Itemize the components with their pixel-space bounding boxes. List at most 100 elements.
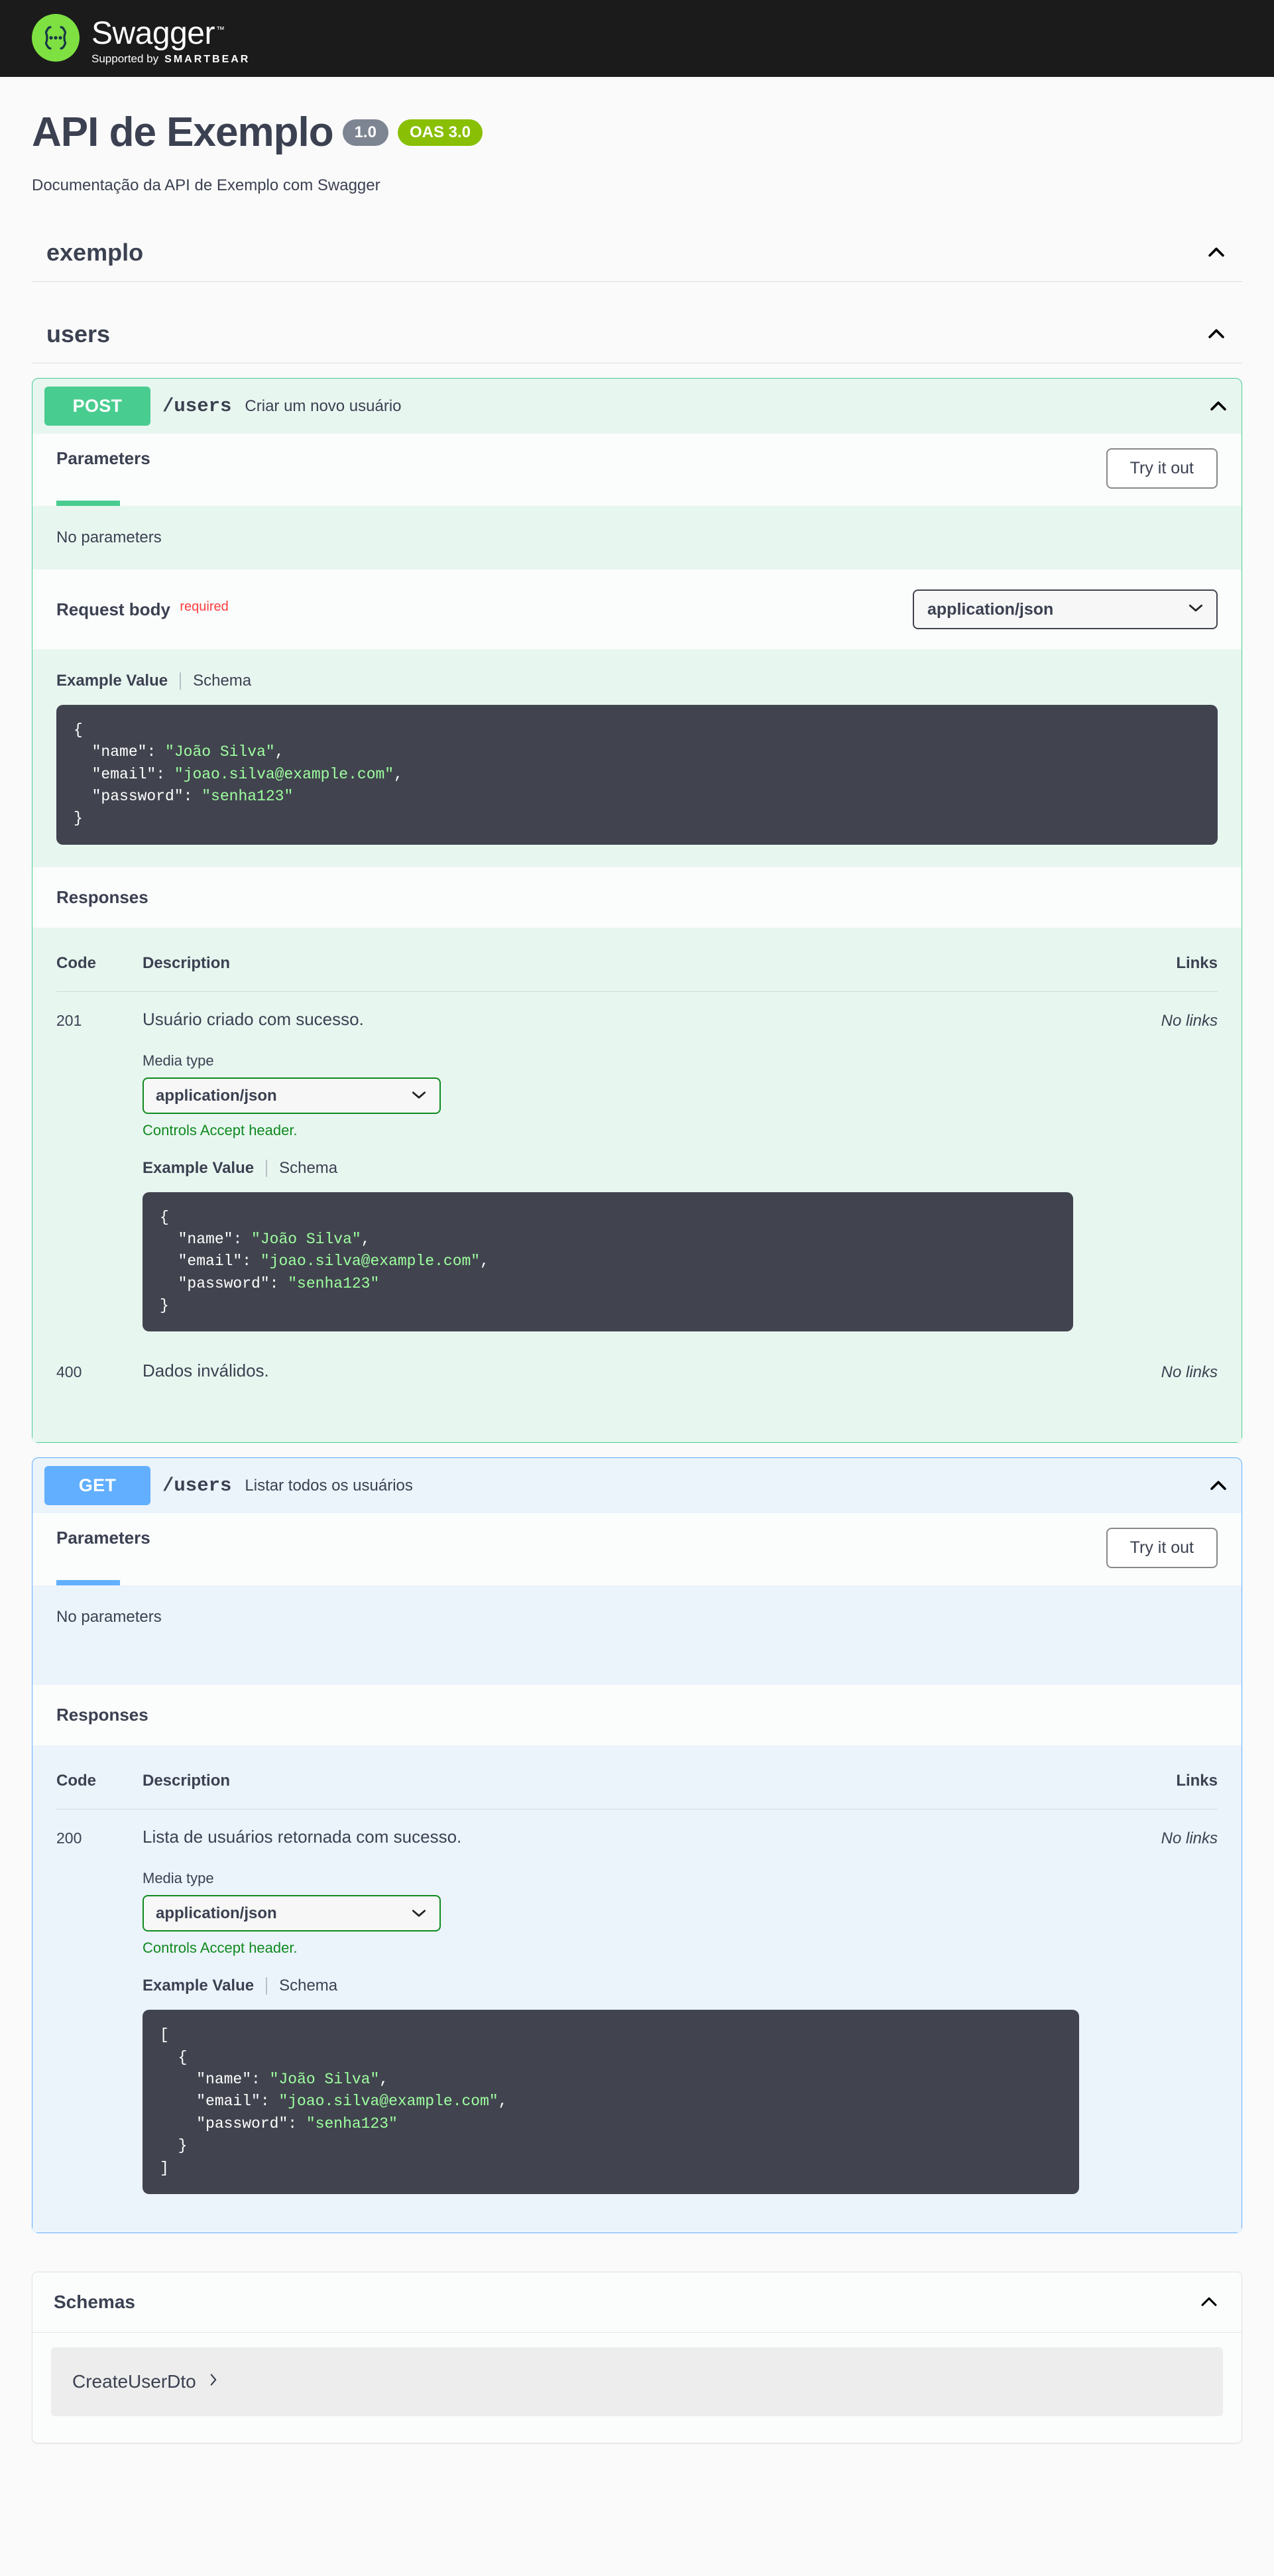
api-description: Documentação da API de Exemplo com Swagg… bbox=[32, 176, 380, 194]
response-description: Dados inválidos. bbox=[143, 1361, 269, 1381]
request-body-header: Request body required application/json bbox=[32, 570, 1242, 649]
col-links: Links bbox=[1078, 1745, 1218, 1810]
no-parameters-text: No parameters bbox=[56, 1608, 162, 1626]
accept-header-note: Controls Accept header. bbox=[143, 1121, 298, 1138]
response-example-code: [ { "name": "João Silva", "email": "joao… bbox=[143, 2010, 1079, 2194]
list-item[interactable]: CreateUserDto bbox=[51, 2347, 1223, 2416]
tag-header-exemplo[interactable]: exemplo bbox=[32, 239, 1242, 282]
tab-schema[interactable]: Schema bbox=[279, 1977, 337, 1995]
accept-header-note: Controls Accept header. bbox=[143, 1939, 298, 1957]
schemas-header[interactable]: Schemas bbox=[32, 2272, 1242, 2333]
trademark-symbol: ™ bbox=[215, 25, 225, 34]
media-type-label: Media type bbox=[143, 1052, 214, 1069]
operation-path: /users bbox=[162, 1475, 232, 1497]
brand-name: Swagger bbox=[91, 16, 215, 51]
tag-section-users: users POST /users Criar um novo usuário … bbox=[32, 320, 1242, 2233]
supported-by-label: Supported by bbox=[91, 52, 159, 65]
response-links: No links bbox=[1161, 1011, 1218, 1030]
media-type-select[interactable]: application/json bbox=[143, 1895, 441, 1932]
version-badge: 1.0 bbox=[342, 119, 388, 146]
parameters-tab-indicator bbox=[56, 501, 120, 506]
example-schema-tabs: Example Value Schema bbox=[56, 672, 1218, 690]
operation-body: Parameters Try it out No parameters Requ… bbox=[32, 434, 1242, 1443]
table-row: 200 Lista de usuários retornada com suce… bbox=[56, 1809, 1218, 2206]
request-body-example: Example Value Schema { "name": "João Sil… bbox=[32, 649, 1242, 867]
example-schema-tabs: Example Value Schema bbox=[143, 1159, 1073, 1178]
operation-header[interactable]: POST /users Criar um novo usuário bbox=[32, 379, 1242, 434]
responses-title: Responses bbox=[56, 1705, 148, 1725]
operation-path: /users bbox=[162, 395, 232, 417]
parameters-content: No parameters bbox=[32, 506, 1242, 570]
response-description: Usuário criado com sucesso. bbox=[143, 1009, 364, 1029]
media-type-select-wrap[interactable]: application/json bbox=[143, 1895, 441, 1932]
try-it-out-button[interactable]: Try it out bbox=[1106, 448, 1218, 489]
response-code: 200 bbox=[56, 1829, 82, 1847]
response-code: 400 bbox=[56, 1363, 82, 1381]
request-example-code: { "name": "João Silva", "email": "joao.s… bbox=[56, 705, 1218, 845]
parameters-tab-indicator bbox=[56, 1580, 120, 1586]
tab-schema[interactable]: Schema bbox=[193, 672, 251, 690]
responses-title: Responses bbox=[56, 887, 148, 907]
swagger-logo[interactable]: Swagger ™ Supported by SMARTBEAR bbox=[32, 11, 250, 66]
media-type-select[interactable]: application/json bbox=[143, 1077, 441, 1114]
response-links: No links bbox=[1161, 1829, 1218, 1848]
responses-table-zone: Code Description Links 200 Lista de usuá… bbox=[32, 1745, 1242, 2233]
try-it-out-button[interactable]: Try it out bbox=[1106, 1528, 1218, 1569]
parameters-title: Parameters bbox=[56, 448, 150, 468]
schemas-title: Schemas bbox=[54, 2291, 135, 2312]
response-links: No links bbox=[1161, 1363, 1218, 1382]
chevron-up-icon[interactable] bbox=[1205, 241, 1228, 264]
schema-name: CreateUserDto bbox=[72, 2370, 196, 2392]
responses-table: Code Description Links 200 Lista de usuá… bbox=[56, 1745, 1218, 2205]
operation-get-users: GET /users Listar todos os usuários Para… bbox=[32, 1457, 1242, 2233]
tab-example-value[interactable]: Example Value bbox=[143, 1159, 254, 1178]
http-method-badge: GET bbox=[44, 1466, 150, 1506]
col-description: Description bbox=[143, 1745, 1079, 1810]
tag-name: exemplo bbox=[46, 239, 144, 266]
tab-divider bbox=[266, 1159, 268, 1177]
media-type-select-wrap[interactable]: application/json bbox=[143, 1077, 441, 1114]
tag-header-users[interactable]: users bbox=[32, 320, 1242, 363]
col-code: Code bbox=[56, 1745, 143, 1810]
responses-header: Responses bbox=[32, 1685, 1242, 1746]
swagger-braces-icon bbox=[32, 14, 80, 62]
http-method-badge: POST bbox=[44, 387, 150, 426]
responses-table: Code Description Links 201 Usuário criad… bbox=[56, 927, 1218, 1416]
parameters-title: Parameters bbox=[56, 1528, 150, 1548]
media-type-label: Media type bbox=[143, 1870, 214, 1887]
tab-example-value[interactable]: Example Value bbox=[56, 672, 168, 690]
bottom-spacer bbox=[32, 2443, 1242, 2483]
col-links: Links bbox=[1072, 927, 1218, 992]
topbar: Swagger ™ Supported by SMARTBEAR bbox=[0, 0, 1274, 77]
api-info: API de Exemplo 1.0 OAS 3.0 Documentação … bbox=[32, 77, 1242, 200]
schemas-section: Schemas CreateUserDto bbox=[32, 2271, 1242, 2443]
tab-schema[interactable]: Schema bbox=[279, 1159, 337, 1178]
chevron-up-icon[interactable] bbox=[1207, 1475, 1230, 1497]
request-body-label: Request body bbox=[56, 599, 170, 619]
chevron-right-icon[interactable] bbox=[207, 2371, 220, 2392]
chevron-up-icon[interactable] bbox=[1198, 2291, 1220, 2313]
request-content-type-select-wrap[interactable]: application/json bbox=[913, 589, 1218, 629]
oas-badge: OAS 3.0 bbox=[397, 119, 483, 146]
parameters-header: Parameters Try it out bbox=[32, 1513, 1242, 1569]
tab-divider bbox=[266, 1977, 268, 1995]
request-content-type-select[interactable]: application/json bbox=[913, 589, 1218, 629]
col-code: Code bbox=[56, 927, 143, 992]
responses-table-zone: Code Description Links 201 Usuário criad… bbox=[32, 927, 1242, 1443]
response-description: Lista de usuários retornada com sucesso. bbox=[143, 1827, 462, 1847]
col-description: Description bbox=[143, 927, 1073, 992]
response-code: 201 bbox=[56, 1011, 82, 1029]
parameters-header: Parameters Try it out bbox=[32, 434, 1242, 489]
chevron-up-icon[interactable] bbox=[1207, 395, 1230, 418]
example-schema-tabs: Example Value Schema bbox=[143, 1977, 1079, 1995]
operation-header[interactable]: GET /users Listar todos os usuários bbox=[32, 1458, 1242, 1513]
tab-example-value[interactable]: Example Value bbox=[143, 1977, 254, 1995]
chevron-up-icon[interactable] bbox=[1205, 323, 1228, 345]
tab-divider bbox=[180, 672, 182, 690]
table-row: 400 Dados inválidos. No links bbox=[56, 1343, 1218, 1416]
response-detail: Dados inválidos. bbox=[143, 1343, 1073, 1416]
no-parameters-text: No parameters bbox=[56, 528, 162, 546]
table-header-row: Code Description Links bbox=[56, 927, 1218, 992]
response-detail: Lista de usuários retornada com sucesso.… bbox=[143, 1809, 1079, 2206]
operation-summary: Criar um novo usuário bbox=[245, 397, 402, 415]
